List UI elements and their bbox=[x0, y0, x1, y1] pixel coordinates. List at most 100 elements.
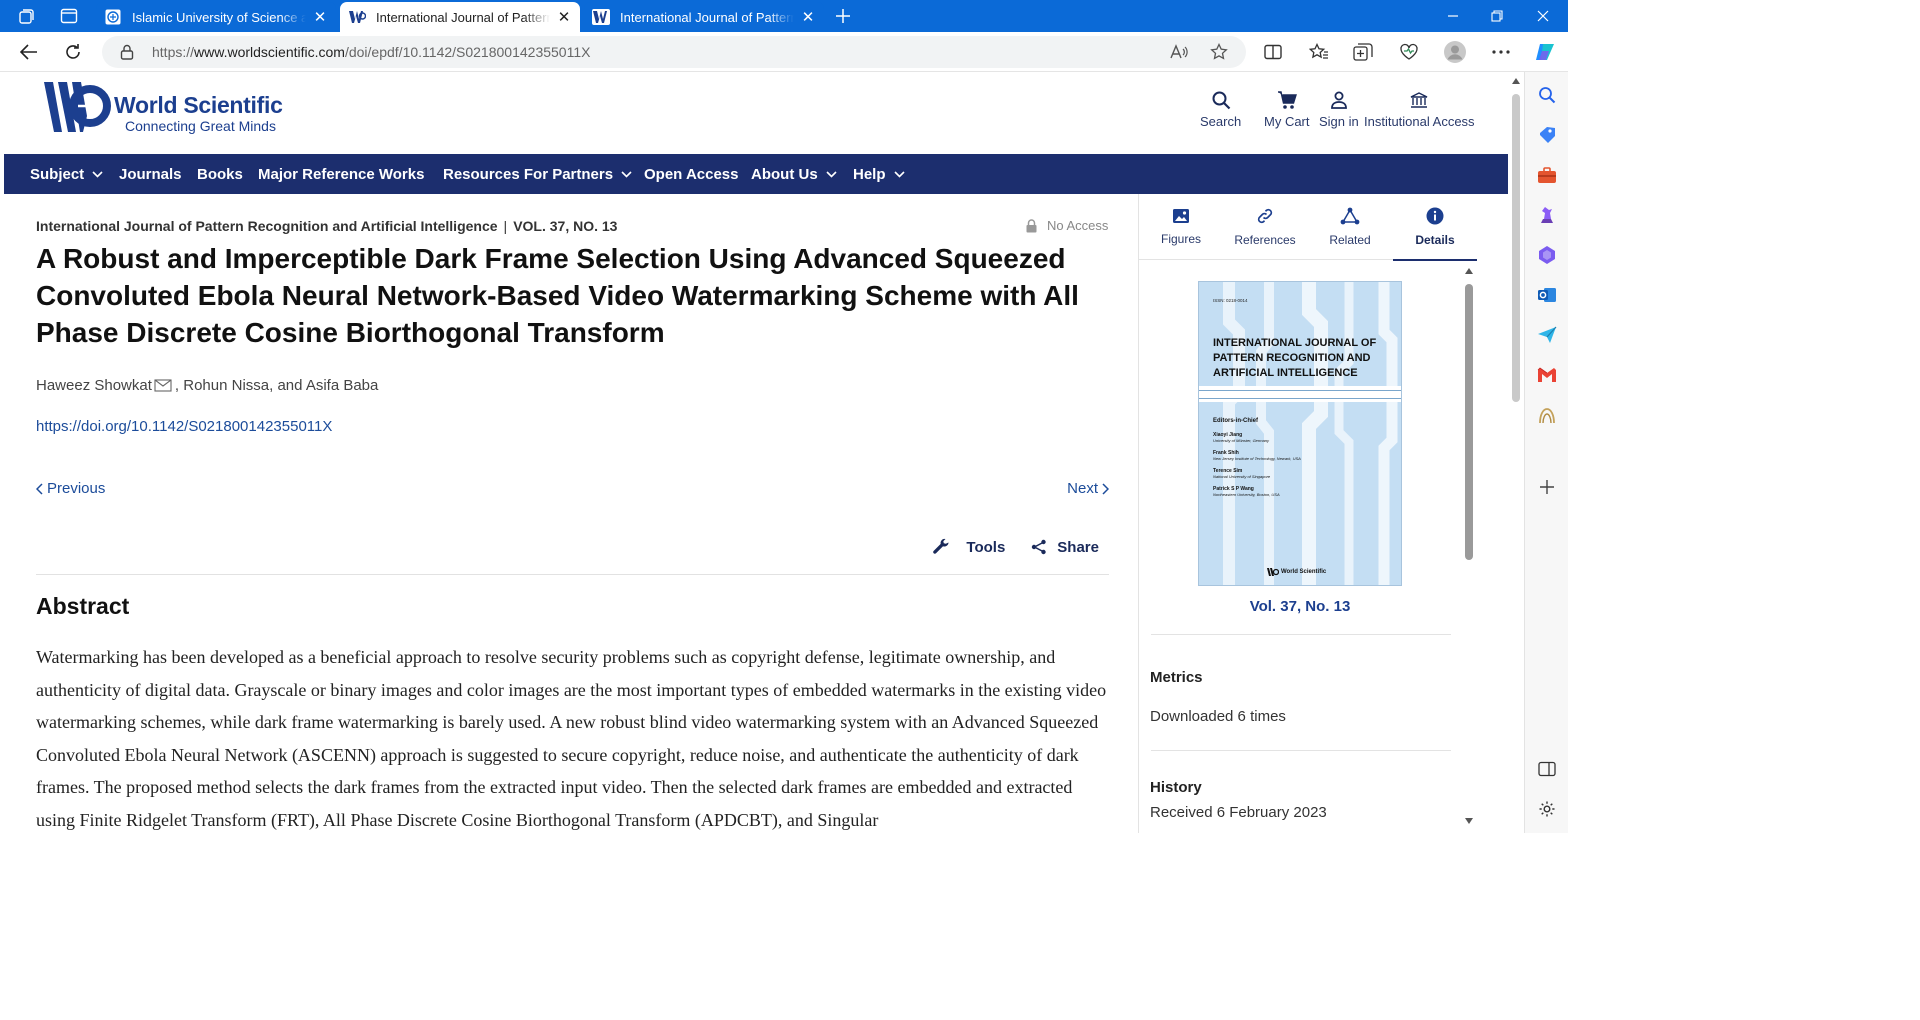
chevron-down-icon bbox=[92, 170, 103, 178]
sidebar-app-icon[interactable] bbox=[1536, 404, 1558, 426]
page-scrollbar[interactable] bbox=[1508, 72, 1524, 833]
author-list: Haweez Showkat , Rohun Nissa, and Asifa … bbox=[36, 377, 378, 394]
favorite-star-icon[interactable] bbox=[1208, 42, 1230, 62]
nav-books[interactable]: Books bbox=[197, 154, 243, 194]
close-tab-icon[interactable]: ✕ bbox=[556, 9, 572, 26]
university-favicon-icon bbox=[104, 8, 122, 26]
brand-tagline: Connecting Great Minds bbox=[125, 118, 276, 134]
header-search-button[interactable]: Search bbox=[1200, 90, 1241, 129]
tab-islamic-university[interactable]: Islamic University of Science and ✕ bbox=[96, 2, 336, 32]
author-link[interactable]: Haweez Showkat bbox=[36, 377, 152, 394]
journal-cover-image[interactable]: ISSN: 0218-0014 INTERNATIONAL JOURNAL OF… bbox=[1198, 281, 1402, 586]
nav-about-us[interactable]: About Us bbox=[751, 154, 837, 194]
image-icon bbox=[1173, 209, 1189, 223]
link-icon bbox=[1257, 208, 1273, 224]
tab-references[interactable]: References bbox=[1225, 194, 1305, 260]
more-menu-icon[interactable] bbox=[1488, 40, 1514, 64]
envelope-icon[interactable] bbox=[154, 379, 172, 392]
cover-publisher: World Scientific bbox=[1267, 567, 1326, 577]
sidebar-gmail-icon[interactable] bbox=[1536, 364, 1558, 386]
world-scientific-logo-icon[interactable] bbox=[44, 80, 114, 136]
header-institutional-access-button[interactable]: Institutional Access bbox=[1364, 90, 1475, 129]
cover-title: INTERNATIONAL JOURNAL OF PATTERN RECOGNI… bbox=[1213, 337, 1377, 379]
history-received: Received 6 February 2023 bbox=[1150, 804, 1327, 821]
nav-major-reference-works[interactable]: Major Reference Works bbox=[258, 154, 424, 194]
panel-scrollbar-thumb[interactable] bbox=[1465, 284, 1473, 560]
profile-avatar-icon[interactable] bbox=[1442, 40, 1468, 64]
section-divider bbox=[36, 574, 1109, 575]
tab-actions-icon[interactable] bbox=[58, 6, 80, 26]
header-signin-button[interactable]: Sign in bbox=[1319, 90, 1359, 129]
next-article-link[interactable]: Next bbox=[1067, 480, 1109, 497]
nav-help[interactable]: Help bbox=[853, 154, 905, 194]
chevron-left-icon bbox=[36, 482, 43, 495]
article-title: A Robust and Imperceptible Dark Frame Se… bbox=[36, 243, 1079, 348]
panel-divider bbox=[1151, 750, 1451, 751]
access-status: No Access bbox=[1026, 218, 1108, 233]
tab-journal-2[interactable]: International Journal of Pattern R ✕ bbox=[584, 2, 824, 32]
sidebar-settings-gear-icon[interactable] bbox=[1536, 798, 1558, 820]
nav-open-access[interactable]: Open Access bbox=[644, 154, 739, 194]
main-navigation: Subject Journals Books Major Reference W… bbox=[4, 154, 1508, 194]
sidebar-panel-toggle-icon[interactable] bbox=[1536, 758, 1558, 780]
scroll-down-arrow-icon[interactable] bbox=[1465, 818, 1473, 824]
close-tab-icon[interactable]: ✕ bbox=[312, 9, 328, 26]
article-side-panel: Figures References Related Details ISSN:… bbox=[1138, 194, 1477, 833]
sidebar-outlook-icon[interactable] bbox=[1536, 284, 1558, 306]
world-scientific-favicon-icon bbox=[348, 8, 366, 26]
minimize-icon[interactable] bbox=[1430, 0, 1476, 32]
refresh-icon[interactable] bbox=[58, 38, 88, 66]
chevron-down-icon bbox=[893, 170, 905, 178]
lock-icon[interactable] bbox=[120, 44, 134, 60]
header-cart-button[interactable]: My Cart bbox=[1264, 90, 1310, 129]
abstract-text: Watermarking has been developed as a ben… bbox=[36, 647, 1107, 830]
sidebar-tools-icon[interactable] bbox=[1536, 164, 1558, 186]
url-field[interactable]: https://www.worldscientific.com/doi/epdf… bbox=[102, 36, 1246, 68]
tab-title: International Journal of Pattern R bbox=[620, 9, 794, 25]
journal-name[interactable]: International Journal of Pattern Recogni… bbox=[36, 218, 498, 234]
favorites-icon[interactable] bbox=[1306, 40, 1332, 64]
tab-figures[interactable]: Figures bbox=[1139, 194, 1223, 260]
sidebar-copilot-icon[interactable] bbox=[1536, 244, 1558, 266]
sidebar-search-icon[interactable] bbox=[1536, 84, 1558, 106]
tab-title: Islamic University of Science and bbox=[132, 9, 306, 25]
panel-scrollbar[interactable] bbox=[1463, 264, 1475, 830]
tab-journal-active[interactable]: International Journal of Pattern R ✕ bbox=[340, 2, 580, 32]
nav-subject[interactable]: Subject bbox=[30, 154, 103, 194]
workspaces-icon[interactable] bbox=[16, 6, 38, 26]
tab-details[interactable]: Details bbox=[1393, 194, 1477, 261]
tab-related[interactable]: Related bbox=[1309, 194, 1391, 260]
back-arrow-icon[interactable] bbox=[14, 38, 44, 66]
scroll-up-arrow-icon[interactable] bbox=[1465, 268, 1473, 274]
scroll-up-arrow-icon[interactable] bbox=[1512, 78, 1520, 84]
chevron-right-icon bbox=[1102, 482, 1109, 495]
institution-icon bbox=[1410, 92, 1428, 108]
cover-editors: Editors-in-Chief Xiaoyi Jiang University… bbox=[1213, 418, 1301, 497]
share-button[interactable]: Share bbox=[1031, 539, 1099, 556]
nav-journals[interactable]: Journals bbox=[119, 154, 182, 194]
page-scrollbar-thumb[interactable] bbox=[1512, 94, 1520, 402]
restore-icon[interactable] bbox=[1474, 0, 1520, 32]
sidebar-games-icon[interactable] bbox=[1536, 204, 1558, 226]
previous-article-link[interactable]: Previous bbox=[36, 480, 105, 497]
tools-button[interactable]: Tools bbox=[932, 538, 1005, 556]
collections-icon[interactable] bbox=[1350, 40, 1376, 64]
close-tab-icon[interactable]: ✕ bbox=[800, 9, 816, 26]
copilot-icon[interactable] bbox=[1532, 40, 1558, 64]
split-screen-icon[interactable] bbox=[1260, 40, 1286, 64]
sidebar-shopping-icon[interactable] bbox=[1536, 124, 1558, 146]
site-header: World Scientific Connecting Great Minds … bbox=[4, 72, 1508, 154]
author-link[interactable]: , Rohun Nissa, and Asifa Baba bbox=[175, 377, 378, 394]
side-panel-tabs: Figures References Related Details bbox=[1139, 194, 1477, 261]
journal-volume[interactable]: VOL. 37, NO. 13 bbox=[513, 218, 617, 234]
cover-volume-link[interactable]: Vol. 37, No. 13 bbox=[1139, 598, 1461, 615]
browser-essentials-icon[interactable] bbox=[1396, 40, 1422, 64]
nav-resources-for-partners[interactable]: Resources For Partners bbox=[443, 154, 632, 194]
read-aloud-icon[interactable] bbox=[1168, 42, 1190, 62]
close-window-icon[interactable] bbox=[1520, 0, 1566, 32]
sidebar-send-icon[interactable] bbox=[1536, 324, 1558, 346]
new-tab-icon[interactable] bbox=[832, 6, 854, 26]
abstract-heading: Abstract bbox=[36, 593, 130, 619]
doi-link[interactable]: https://doi.org/10.1142/S021800142355011… bbox=[36, 418, 332, 435]
sidebar-add-icon[interactable] bbox=[1536, 476, 1558, 498]
